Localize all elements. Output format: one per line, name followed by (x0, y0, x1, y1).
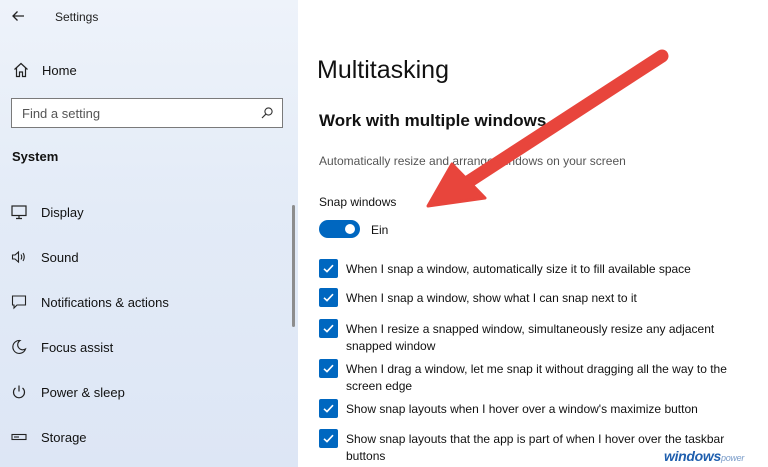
search-input[interactable] (22, 105, 260, 121)
sidebar-item-storage[interactable]: Storage (10, 423, 280, 451)
search-box[interactable] (11, 98, 283, 128)
main-content: Multitasking Work with multiple windows … (298, 0, 768, 467)
option-label: When I snap a window, show what I can sn… (346, 291, 637, 305)
back-button[interactable] (10, 8, 28, 26)
sidebar-item-label: Display (41, 204, 84, 220)
focus-assist-icon (10, 338, 28, 356)
page-title: Multitasking (317, 56, 449, 84)
snap-windows-toggle[interactable] (319, 220, 360, 238)
snap-option-row: When I resize a snapped window, simultan… (319, 319, 749, 355)
back-arrow-icon (12, 11, 24, 21)
checkmark-icon (323, 404, 334, 413)
watermark-main: windows (664, 448, 722, 464)
sidebar-item-notifications[interactable]: Notifications & actions (10, 288, 280, 316)
checkbox-snap-layouts-maximize[interactable] (319, 399, 338, 418)
storage-icon (10, 428, 28, 446)
sidebar-item-label: Sound (41, 249, 79, 265)
checkmark-icon (323, 293, 334, 302)
sidebar-item-sound[interactable]: Sound (10, 243, 280, 271)
sidebar-item-label: Power & sleep (41, 384, 125, 400)
checkbox-resize-adjacent[interactable] (319, 319, 338, 338)
snap-option-row: Show snap layouts when I hover over a wi… (319, 399, 749, 418)
watermark-suffix: power (721, 453, 745, 463)
section-label-system: System (12, 149, 59, 164)
sound-icon (10, 248, 28, 266)
option-label: Show snap layouts when I hover over a wi… (346, 402, 698, 416)
checkbox-snap-assist[interactable] (319, 288, 338, 307)
option-label: When I drag a window, let me snap it wit… (346, 362, 727, 393)
section-description: Automatically resize and arrange windows… (319, 154, 626, 168)
title-bar: Settings (0, 0, 298, 34)
sidebar-scrollbar[interactable] (292, 205, 295, 327)
checkbox-auto-size[interactable] (319, 259, 338, 278)
app-title: Settings (55, 10, 99, 24)
checkmark-icon (323, 434, 334, 443)
sidebar-item-home[interactable]: Home (12, 58, 282, 82)
snap-windows-label: Snap windows (319, 195, 397, 209)
sidebar-item-power-sleep[interactable]: Power & sleep (10, 378, 280, 406)
sidebar-item-focus-assist[interactable]: Focus assist (10, 333, 280, 361)
checkmark-icon (323, 324, 334, 333)
display-icon (10, 203, 28, 221)
checkbox-snap-layouts-taskbar[interactable] (319, 429, 338, 448)
toggle-state-label: Ein (371, 223, 389, 237)
checkmark-icon (323, 264, 334, 273)
home-icon (14, 62, 28, 78)
watermark-logo: windowspower (664, 448, 744, 464)
section-title: Work with multiple windows (319, 111, 547, 130)
sidebar-item-label: Storage (41, 429, 87, 445)
toggle-knob (345, 224, 355, 234)
home-label: Home (42, 62, 77, 78)
notifications-icon (10, 293, 28, 311)
sidebar-item-label: Notifications & actions (41, 294, 169, 310)
snap-option-row: When I drag a window, let me snap it wit… (319, 359, 749, 395)
sidebar: Settings Home System Display Sound Notif… (0, 0, 298, 467)
snap-option-row: When I snap a window, show what I can sn… (319, 288, 749, 307)
sidebar-item-label: Focus assist (41, 339, 114, 355)
option-label: When I resize a snapped window, simultan… (346, 322, 715, 353)
snap-option-row: When I snap a window, automatically size… (319, 259, 749, 278)
search-icon[interactable] (260, 106, 274, 120)
option-label: When I snap a window, automatically size… (346, 262, 691, 276)
checkbox-drag-snap[interactable] (319, 359, 338, 378)
checkmark-icon (323, 364, 334, 373)
sidebar-item-display[interactable]: Display (10, 198, 280, 226)
power-icon (10, 383, 28, 401)
